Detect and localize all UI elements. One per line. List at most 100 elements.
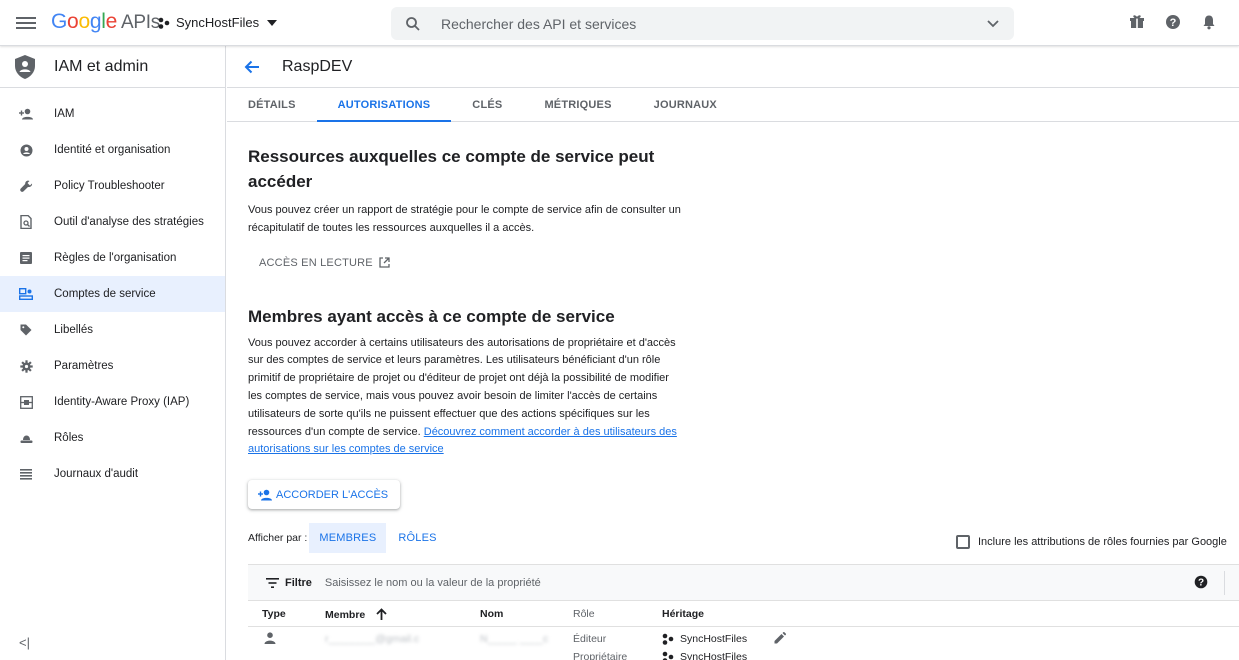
sort-ascending-arrow-icon — [376, 608, 387, 620]
sidebar-item-label: Règles de l'organisation — [54, 252, 177, 264]
main-content: RaspDEV DÉTAILS AUTORISATIONS CLÉS MÉTRI… — [227, 46, 1239, 660]
sidebar-item-label: Policy Troubleshooter — [54, 180, 165, 192]
sidebar-item-policy-troubleshooter[interactable]: Policy Troubleshooter — [0, 168, 225, 204]
person-add-icon — [19, 107, 33, 121]
gear-icon — [19, 359, 33, 373]
include-google-roles-checkbox[interactable] — [956, 535, 970, 549]
column-header-name[interactable]: Nom — [480, 608, 503, 620]
table-row: r________@gmail.c N_____ ____c Éditeur P… — [248, 627, 1239, 660]
search-input[interactable] — [441, 15, 961, 32]
sidebar: IAM et admin IAM Identité et organisatio… — [0, 46, 226, 660]
sidebar-item-service-accounts[interactable]: Comptes de service — [0, 276, 225, 312]
sidebar-item-label: Identity-Aware Proxy (IAP) — [54, 396, 190, 408]
members-desc-line: primitif de propriétaire de projet ou d'… — [248, 372, 669, 385]
sidebar-item-label: Outil d'analyse des stratégies — [54, 216, 204, 228]
project-selector[interactable]: SyncHostFiles — [158, 15, 278, 30]
member-name: N_____ ____c — [480, 633, 549, 645]
open-in-new-icon — [379, 257, 390, 268]
include-google-roles-option: Inclure les attributions de rôles fourni… — [956, 535, 1227, 549]
role-value: Propriétaire — [573, 651, 628, 660]
resources-description: Vous pouvez créer un rapport de stratégi… — [248, 202, 718, 238]
column-header-member-label: Membre — [325, 609, 366, 621]
sidebar-item-settings[interactable]: Paramètres — [0, 348, 225, 384]
sidebar-item-audit-logs[interactable]: Journaux d'audit — [0, 456, 225, 492]
collapse-sidebar-button[interactable]: <| — [19, 635, 30, 650]
help-icon[interactable]: ? — [1165, 14, 1183, 32]
inheritance-value: SyncHostFiles — [662, 633, 747, 645]
sidebar-item-label: Rôles — [54, 432, 84, 444]
logo-letter: g — [89, 10, 102, 33]
main-menu-icon[interactable] — [16, 14, 36, 32]
logo-letter: G — [51, 10, 68, 33]
policy-analyzer-icon — [19, 215, 33, 229]
back-arrow-icon[interactable] — [243, 58, 261, 76]
tab-details[interactable]: DÉTAILS — [227, 88, 317, 121]
audit-log-icon — [19, 467, 33, 481]
project-dots-icon — [662, 633, 674, 645]
resources-desc-line: récapitulatif de toutes les ressources a… — [248, 221, 535, 234]
gift-icon[interactable] — [1129, 14, 1147, 32]
edit-pencil-icon[interactable] — [774, 632, 786, 644]
notifications-bell-icon[interactable] — [1201, 14, 1219, 32]
resources-heading-line: Ressources auxquelles ce compte de servi… — [248, 147, 655, 166]
label-tag-icon — [19, 323, 33, 337]
svg-text:?: ? — [1170, 17, 1177, 29]
caret-down-icon — [267, 19, 278, 26]
project-dots-icon — [158, 17, 170, 29]
account-circle-icon — [19, 143, 33, 157]
search-icon — [406, 16, 420, 31]
sidebar-item-labels[interactable]: Libellés — [0, 312, 225, 348]
sidebar-item-iap[interactable]: Identity-Aware Proxy (IAP) — [0, 384, 225, 420]
read-access-button[interactable]: ACCÈS EN LECTURE — [259, 257, 390, 269]
svg-text:?: ? — [1198, 578, 1204, 589]
filter-input[interactable] — [324, 576, 725, 589]
page-header: RaspDEV — [227, 46, 1239, 88]
chevron-down-icon[interactable] — [986, 16, 1000, 30]
members-desc-line: utilisateurs de sorte qu'ils ne puissent… — [248, 407, 650, 420]
inheritance-project: SyncHostFiles — [680, 651, 748, 660]
view-by-members-button[interactable]: MEMBRES — [309, 523, 387, 553]
members-desc-line: sur des comptes de service et leurs para… — [248, 354, 661, 367]
filter-icon — [266, 577, 279, 588]
project-name: SyncHostFiles — [176, 15, 260, 30]
column-header-role: Rôle — [573, 608, 595, 620]
tab-logs[interactable]: JOURNAUX — [633, 88, 738, 121]
members-description: Vous pouvez accorder à certains utilisat… — [248, 335, 718, 460]
filter-bar: Filtre ? — [248, 564, 1239, 601]
sidebar-item-identity[interactable]: Identité et organisation — [0, 132, 225, 168]
sidebar-item-policy-analyzer[interactable]: Outil d'analyse des stratégies — [0, 204, 225, 240]
wrench-icon — [19, 179, 33, 193]
sidebar-item-label: Journaux d'audit — [54, 468, 139, 480]
google-apis-logo[interactable]: Google APIs — [51, 10, 160, 34]
resources-heading: Ressources auxquelles ce compte de servi… — [248, 144, 718, 194]
search-bar — [391, 7, 1014, 40]
tab-keys[interactable]: CLÉS — [451, 88, 523, 121]
sidebar-item-label: Paramètres — [54, 360, 114, 372]
column-header-member[interactable]: Membre — [325, 608, 387, 621]
resources-desc-line: Vous pouvez créer un rapport de stratégi… — [248, 204, 681, 216]
learn-more-link[interactable]: autorisations sur les comptes de service — [248, 443, 444, 455]
members-desc-line: ressources d'un compte de service. — [248, 425, 421, 438]
resources-heading-line: accéder — [248, 172, 313, 191]
sidebar-item-iam[interactable]: IAM — [0, 96, 225, 132]
tab-permissions[interactable]: AUTORISATIONS — [316, 88, 452, 122]
shield-icon — [15, 54, 35, 79]
sidebar-item-label: IAM — [54, 108, 75, 120]
sidebar-item-roles[interactable]: Rôles — [0, 420, 225, 456]
view-by-roles-button[interactable]: RÔLES — [388, 523, 446, 553]
sidebar-item-org-policies[interactable]: Règles de l'organisation — [0, 240, 225, 276]
help-icon[interactable]: ? — [1194, 575, 1208, 589]
view-by-toggle: Afficher par : MEMBRES RÔLES — [248, 523, 447, 553]
person-add-icon — [258, 489, 272, 500]
list-box-icon — [19, 251, 33, 265]
column-header-type[interactable]: Type — [262, 608, 286, 620]
members-desc-line: Vous pouvez accorder à certains utilisat… — [248, 336, 676, 349]
grant-access-label: ACCORDER L'ACCÈS — [276, 488, 389, 501]
person-icon — [264, 632, 276, 644]
tab-bar: DÉTAILS AUTORISATIONS CLÉS MÉTRIQUES JOU… — [227, 88, 1239, 122]
inheritance-value: SyncHostFiles — [662, 651, 747, 660]
role-value: Éditeur — [573, 633, 607, 645]
grant-access-button[interactable]: ACCORDER L'ACCÈS — [248, 480, 401, 509]
learn-more-link[interactable]: Découvrez comment accorder à des utilisa… — [424, 426, 677, 438]
tab-metrics[interactable]: MÉTRIQUES — [523, 88, 632, 121]
